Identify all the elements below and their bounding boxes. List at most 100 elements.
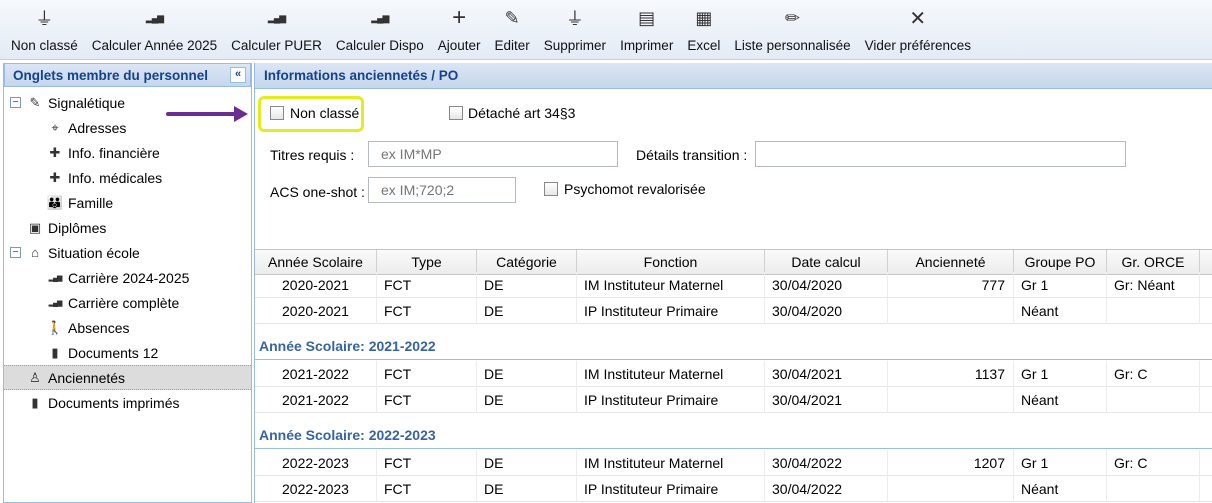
psychomot-checkbox[interactable]: Psychomot revalorisée xyxy=(544,181,706,197)
tree-item-documents-12[interactable]: ▮ Documents 12 xyxy=(4,340,251,365)
tree-item-label: Info. financière xyxy=(68,144,160,161)
group-header-label: Année Scolaire: 2022-2023 xyxy=(259,427,436,443)
edit-doc-icon: ✎ xyxy=(29,94,41,110)
school-icon: ⌂ xyxy=(31,245,39,260)
funnel-icon: ⏚ xyxy=(565,9,584,29)
tree-item-dipl-mes[interactable]: ▣ Diplômes xyxy=(4,215,251,240)
table-cell: IM Instituteur Maternel xyxy=(577,450,765,476)
tree-item-carri-re-compl-te[interactable]: ▂▄▆ Carrière complète xyxy=(4,290,251,315)
first-aid-icon: ✚ xyxy=(49,144,61,160)
tree-item-info-financi-re[interactable]: ✚ Info. financière xyxy=(4,140,251,165)
tree-item-label: Adresses xyxy=(68,119,127,136)
table-cell: Gr: Néant xyxy=(1107,272,1200,298)
table-cell: FCT xyxy=(377,272,477,298)
toolbar: ⏚ Non classé ▂▄▆ Calculer Année 2025 ▂▄▆ Calc… xyxy=(0,0,1212,60)
walking-person-icon: 🚶 xyxy=(46,319,64,335)
tree-item-label: Documents 12 xyxy=(68,344,159,361)
table-cell: DE xyxy=(477,387,577,413)
table-cell: DE xyxy=(477,298,577,324)
tree-item-carri-re-2024-2025[interactable]: ▂▄▆ Carrière 2024-2025 xyxy=(4,265,251,290)
bar-chart-icon: ▂▄▆ xyxy=(48,274,63,282)
tree-item-situation-cole[interactable]: − ⌂ Situation école xyxy=(4,240,251,265)
psychomot-label: Psychomot revalorisée xyxy=(564,181,706,197)
tree-nav: − ✎ Signalétique ⌖ Adresses ✚ Info. financière… xyxy=(4,87,251,415)
plus-icon: + xyxy=(452,4,467,31)
table-cell: FCT xyxy=(377,361,477,387)
tree-item-info-m-dicales[interactable]: ✚ Info. médicales xyxy=(4,165,251,190)
vider-pref-button[interactable]: ✕ Vider préférences xyxy=(858,0,978,60)
group-header-row[interactable]: Année Scolaire: 2022-2023 xyxy=(255,413,1212,449)
group-header-label: Année Scolaire: 2021-2022 xyxy=(259,338,436,354)
right-panel-header: Informations anciennetés / PO xyxy=(255,63,1212,89)
excel-button[interactable]: ▦ Excel xyxy=(680,0,727,60)
supprimer-button[interactable]: ⏚ Supprimer xyxy=(537,0,613,60)
left-panel-title: Onglets membre du personnel xyxy=(13,67,209,83)
calc-puer-button[interactable]: ▂▄▆ Calculer PUER xyxy=(224,0,329,60)
calc-dispo-button[interactable]: ▂▄▆ Calculer Dispo xyxy=(329,0,431,60)
table-row[interactable]: 2021-2022 FCT DE IM Instituteur Maternel 30/… xyxy=(255,361,1212,387)
table-cell: FCT xyxy=(377,450,477,476)
tree-item-label: Info. médicales xyxy=(68,169,163,186)
close-icon: ✕ xyxy=(909,7,927,30)
tree-item-label: Carrière 2024-2025 xyxy=(68,269,190,286)
group-header-row[interactable]: Année Scolaire: 2021-2022 xyxy=(255,324,1212,360)
table-row[interactable]: 2020-2021 FCT DE IM Instituteur Maternel 30/… xyxy=(255,272,1212,298)
calc-annee-button[interactable]: ▂▄▆ Calculer Année 2025 xyxy=(85,0,224,60)
table-cell: 30/04/2022 xyxy=(765,476,888,502)
tree-item-absences[interactable]: 🚶 Absences xyxy=(4,315,251,340)
table-row[interactable]: 2022-2023 FCT DE IP Instituteur Primaire 30/… xyxy=(255,476,1212,502)
table-row[interactable]: 2021-2022 FCT DE IP Instituteur Primaire 30/… xyxy=(255,387,1212,413)
bar-chart-icon: ▂▄▆ xyxy=(267,12,286,23)
tree-item-anciennet-s[interactable]: ♙ Anciennetés xyxy=(4,365,251,390)
bar-chart-icon: ▂▄▆ xyxy=(145,12,164,23)
table-cell: 2022-2023 xyxy=(255,450,377,476)
table-row[interactable]: 2020-2021 FCT DE IP Instituteur Primaire 30/… xyxy=(255,298,1212,324)
tree-item-label: Documents imprimés xyxy=(48,394,180,411)
psychomot-checkbox-box[interactable] xyxy=(544,182,558,196)
non-classe-label: Non classé xyxy=(11,38,78,53)
pdf-icon: ▤ xyxy=(638,7,656,28)
tree-item-label: Signalétique xyxy=(48,94,126,111)
detache-checkbox[interactable]: Détaché art 34§3 xyxy=(449,105,575,121)
collapse-panel-button[interactable]: « xyxy=(230,67,246,83)
person-icon: ♙ xyxy=(29,369,41,385)
table-cell xyxy=(1107,298,1200,324)
tree-item-famille[interactable]: 👪 Famille xyxy=(4,190,251,215)
tree-item-label: Absences xyxy=(68,319,130,336)
funnel-icon: ⏚ xyxy=(35,9,54,29)
details-transition-input[interactable] xyxy=(755,141,1126,167)
tree-item-documents-imprim-s[interactable]: ▮ Documents imprimés xyxy=(4,390,251,415)
table-row[interactable]: 2022-2023 FCT DE IM Instituteur Maternel 30/… xyxy=(255,450,1212,476)
collapse-toggle-icon[interactable]: − xyxy=(10,247,21,258)
table-cell: 30/04/2022 xyxy=(765,450,888,476)
titres-requis-input[interactable] xyxy=(368,141,618,167)
document-icon: ▮ xyxy=(31,394,39,410)
table-cell: DE xyxy=(477,361,577,387)
table-cell: Gr: C xyxy=(1107,450,1200,476)
acs-one-shot-input[interactable] xyxy=(368,177,516,203)
tree-item-label: Anciennetés xyxy=(48,369,126,386)
editer-button[interactable]: ✎ Editer xyxy=(488,0,537,60)
pencil-icon: ✏ xyxy=(784,7,801,28)
tree-item-label: Famille xyxy=(68,194,114,211)
liste-perso-button[interactable]: ✏ Liste personnalisée xyxy=(727,0,857,60)
first-aid-icon: ✚ xyxy=(49,169,61,185)
non-classe-checkbox-box[interactable] xyxy=(270,106,284,120)
tree-item-label: Carrière complète xyxy=(68,294,180,311)
ajouter-button[interactable]: + Ajouter xyxy=(431,0,488,60)
non-classe-checkbox[interactable]: Non classé xyxy=(270,105,359,121)
table-cell xyxy=(1107,476,1200,502)
non-classe-button[interactable]: ⏚ Non classé xyxy=(4,0,85,60)
table-cell: FCT xyxy=(377,298,477,324)
table-cell: FCT xyxy=(377,387,477,413)
document-icon: ▮ xyxy=(51,344,59,360)
arrow-annotation xyxy=(166,106,248,122)
collapse-toggle-icon[interactable]: − xyxy=(10,97,21,108)
table-cell: 2022-2023 xyxy=(255,476,377,502)
right-panel-title: Informations anciennetés / PO xyxy=(264,68,459,83)
table-cell: Néant xyxy=(1014,298,1107,324)
table-cell: 1137 xyxy=(888,361,1014,387)
table-cell: 30/04/2020 xyxy=(765,298,888,324)
detache-checkbox-box[interactable] xyxy=(449,106,463,120)
imprimer-button[interactable]: ▤ Imprimer xyxy=(613,0,680,60)
